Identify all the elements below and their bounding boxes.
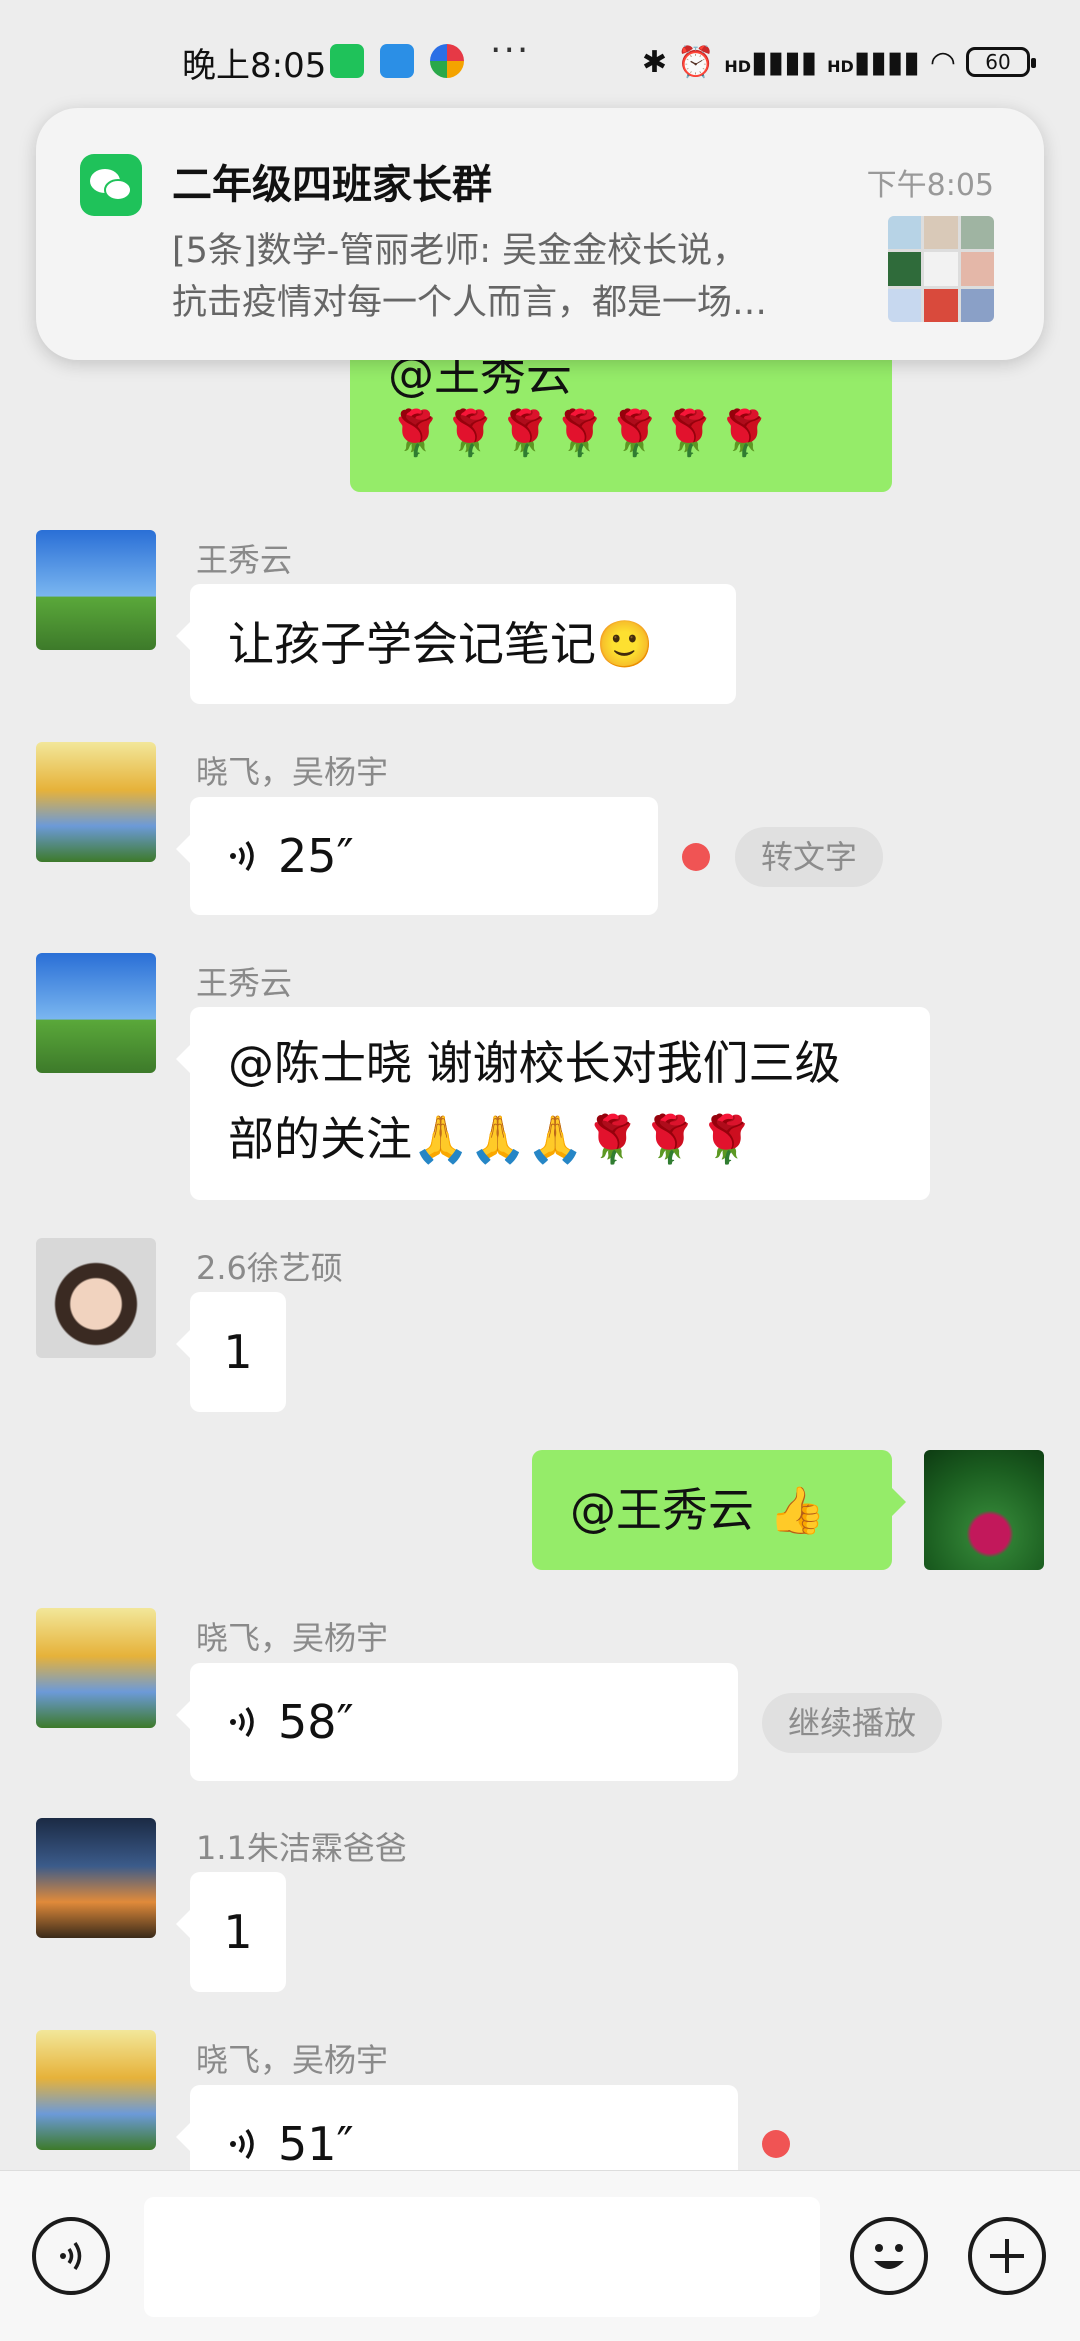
wechat-icon [80,154,142,216]
alarm-icon: ⏰ [677,44,715,80]
sender-name: 2.6徐艺硕 [196,1249,343,1287]
group-avatar-tile [924,216,958,250]
avatar[interactable] [36,742,156,862]
wechat-status-icon [330,44,364,78]
battery-icon: 60 [966,47,1036,77]
message-text-line-1: @陈士晓 谢谢校长对我们三级 [228,1036,841,1090]
continue-playback-button[interactable]: 继续播放 [762,1693,943,1753]
message-input[interactable] [144,2197,820,2317]
sender-name: 王秀云 [196,964,293,1002]
unread-dot [682,843,710,871]
notification-time: 下午8:05 [866,168,994,203]
group-avatar-tile [888,216,922,250]
voice-wave-icon [230,2128,254,2160]
message-bubble[interactable]: 1 [176,1292,286,1412]
message-text-line-2: 部的关注🙏🙏🙏🌹🌹🌹 [228,1112,756,1166]
message-emoji: 🌹🌹🌹🌹🌹🌹🌹 [388,408,772,459]
transcribe-button[interactable]: 转文字 [735,827,884,887]
input-bar [0,2170,1080,2341]
app-status-icon [380,44,414,78]
sender-name: 晓飞，吴杨宇 [196,1619,389,1657]
avatar[interactable] [36,1238,156,1358]
group-avatar-tile [960,288,994,322]
sender-name: 晓飞，吴杨宇 [196,2041,389,2079]
signal-2-icon: HD▮▮▮▮ [827,44,920,80]
voice-toggle-icon[interactable] [32,2217,110,2295]
group-avatar [888,216,994,322]
unread-dot [762,2130,790,2158]
sender-name: 1.1朱洁霖爸爸 [196,1829,407,1867]
message-bubble[interactable]: 让孩子学会记笔记🙂 [176,584,736,704]
group-avatar-tile [888,288,922,322]
my-avatar[interactable] [924,1450,1044,1570]
voice-wave-icon [230,1706,254,1738]
emoji-icon[interactable] [850,2217,928,2295]
message-bubble-outgoing[interactable]: @王秀云 👍 [532,1450,906,1570]
more-notifications-icon: ··· [490,30,531,71]
notification-banner[interactable]: 二年级四班家长群 下午8:05 [5条]数学-管丽老师: 吴金金校长说， 抗击疫… [36,108,1044,360]
group-avatar-tile [924,252,958,286]
group-avatar-tile [960,216,994,250]
voice-message-bubble[interactable]: 58″ [176,1663,738,1781]
group-avatar-tile [960,252,994,286]
voice-wave-icon [230,840,254,872]
status-bar: 晚上8:05 ··· ✱ ⏰ HD▮▮▮▮ HD▮▮▮▮ ◠ 60 [0,0,1080,120]
signal-1-icon: HD▮▮▮▮ [724,44,818,80]
sender-name: 晓飞，吴杨宇 [196,753,389,791]
avatar[interactable] [36,2030,156,2150]
avatar[interactable] [36,1608,156,1728]
avatar[interactable] [36,953,156,1073]
voice-message-bubble[interactable]: 25″ [176,797,658,915]
status-time: 晚上8:05 [182,46,327,86]
voice-duration: 25″ [278,829,354,883]
notification-line-2: 抗击疫情对每一个人而言，都是一场… [172,283,768,323]
plus-icon[interactable] [968,2217,1046,2295]
group-avatar-tile [924,288,958,322]
notification-title: 二年级四班家长群 [172,162,492,208]
avatar[interactable] [36,1818,156,1938]
group-avatar-tile [888,252,922,286]
browser-status-icon [430,44,464,78]
avatar[interactable] [36,530,156,650]
wifi-icon: ◠ [929,44,956,80]
sender-name: 王秀云 [196,541,293,579]
message-bubble[interactable]: 1 [176,1872,286,1992]
voice-duration: 58″ [278,1695,354,1749]
status-indicators: ✱ ⏰ HD▮▮▮▮ HD▮▮▮▮ ◠ 60 [641,38,1036,86]
message-bubble[interactable]: @陈士晓 谢谢校长对我们三级 部的关注🙏🙏🙏🌹🌹🌹 [176,1007,930,1200]
notification-line-1: [5条]数学-管丽老师: 吴金金校长说， [172,231,748,271]
bluetooth-icon: ✱ [641,44,668,80]
